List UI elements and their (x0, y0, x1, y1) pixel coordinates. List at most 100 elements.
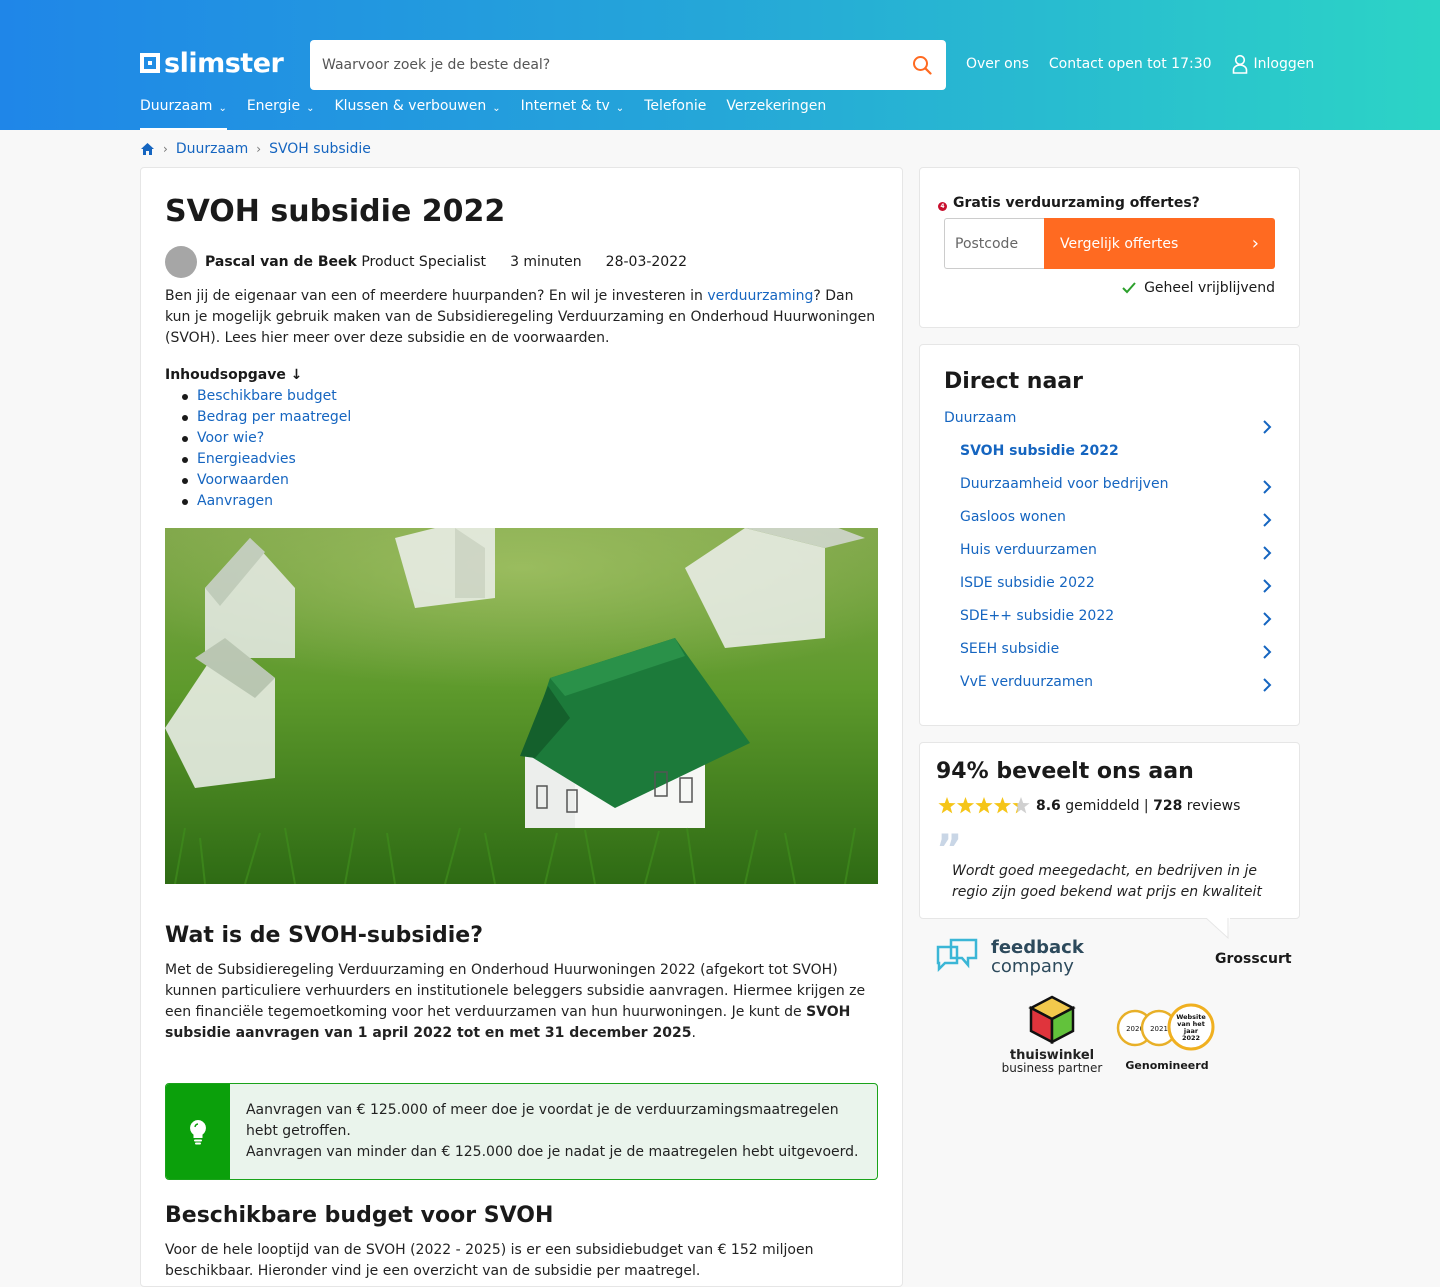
search-bar (310, 40, 946, 90)
direct-nav-link: Duurzaamheid voor bedrijven (960, 476, 1169, 492)
tip-text: Aanvragen van € 125.000 of meer doe je v… (230, 1084, 877, 1179)
nav-item-telefonie[interactable]: Telefonie (644, 98, 706, 130)
login-label: Inloggen (1253, 56, 1315, 72)
article-meta: Pascal van de Beek Product Specialist 3 … (165, 246, 687, 278)
direct-nav-item[interactable]: SEEH subsidie (944, 636, 1274, 669)
chevron-right-icon (1263, 513, 1272, 527)
direct-nav-link: ISDE subsidie 2022 (960, 575, 1095, 591)
nav-item-verzekeringen[interactable]: Verzekeringen (726, 98, 826, 130)
offer-form: Vergelijk offertes › (944, 218, 1275, 269)
read-time: 3 minuten (510, 254, 582, 270)
toc-link[interactable]: Voorwaarden (197, 472, 289, 488)
nav-item-label: Verzekeringen (726, 98, 827, 114)
tip-line-2: Aanvragen van minder dan € 125.000 doe j… (245, 1144, 859, 1160)
direct-nav-item[interactable]: VvE verduurzamen (944, 669, 1274, 702)
about-link[interactable]: Over ons (966, 56, 1029, 72)
award-label: Genomineerd (1125, 1059, 1209, 1072)
tip-line-1: Aanvragen van € 125.000 of meer doe je v… (245, 1102, 839, 1139)
chevron-right-icon (1263, 546, 1272, 560)
table-of-contents: Inhoudsopgave ↓ Beschikbare budget Bedrag… (165, 365, 351, 512)
star-icon (975, 797, 993, 814)
nav-item-duurzaam[interactable]: Duurzaam ⌄ (140, 98, 227, 130)
what-paragraph: Met de Subsidieregeling Verduurzaming en… (165, 960, 880, 1044)
breadcrumb-svoh[interactable]: SVOH subsidie (269, 141, 371, 157)
review-quote: Wordt goed meegedacht, en bedrijven in j… (952, 863, 1262, 900)
star-rating (938, 797, 1030, 814)
direct-nav-list: Duurzaam SVOH subsidie 2022 Duurzaamheid v… (944, 405, 1274, 702)
logo-mark-icon (140, 53, 160, 73)
rating-separator: | (1143, 798, 1149, 814)
home-icon[interactable] (140, 142, 155, 156)
direct-nav-title: Direct naar (944, 369, 1083, 394)
direct-nav-item[interactable]: SVOH subsidie 2022 (944, 438, 1274, 471)
compare-offers-button[interactable]: Vergelijk offertes › (1044, 218, 1275, 269)
direct-nav-link: VvE verduurzamen (960, 674, 1094, 690)
chevron-down-icon: ⌄ (492, 103, 501, 114)
section-heading-budget: Beschikbare budget voor SVOH (165, 1203, 554, 1228)
contact-link[interactable]: Contact open tot 17:30 (1049, 56, 1212, 72)
thuiswinkel-cube-icon (1028, 995, 1076, 1045)
direct-nav-item[interactable]: ISDE subsidie 2022 (944, 570, 1274, 603)
direct-nav-item[interactable]: SDE++ subsidie 2022 (944, 603, 1274, 636)
site-header: slimster Over ons Contact open tot 17:30… (0, 0, 1440, 130)
direct-nav-item[interactable]: Huis verduurzamen (944, 537, 1274, 570)
breadcrumb-duurzaam[interactable]: Duurzaam (176, 141, 248, 157)
reviews-title: 94% beveelt ons aan (936, 759, 1194, 784)
nav-item-label: Energie (246, 98, 301, 114)
author-block: Pascal van de Beek Product Specialist (165, 246, 486, 278)
star-icon (1012, 797, 1030, 814)
thuiswinkel-line-2: business partner (1001, 1061, 1103, 1075)
toc-link[interactable]: Beschikbare budget (197, 388, 337, 404)
toc-link[interactable]: Bedrag per maatregel (197, 409, 351, 425)
direct-nav-link: Huis verduurzamen (960, 542, 1097, 558)
nav-item-klussen-verbouwen[interactable]: Klussen & verbouwen ⌄ (334, 98, 500, 130)
chevron-right-icon: › (1251, 233, 1259, 254)
chevron-down-icon: ⌄ (615, 103, 625, 114)
feedback-company-icon (936, 938, 978, 973)
top-links: Over ons Contact open tot 17:30 Inloggen (966, 54, 1314, 74)
direct-nav-item[interactable]: Duurzaamheid voor bedrijven (944, 471, 1274, 504)
award-main-4: 2022 (1182, 1034, 1200, 1042)
thuiswinkel-badge[interactable]: thuiswinkel business partner (1000, 995, 1104, 1075)
nav-item-label: Internet & tv (520, 98, 610, 114)
section-heading-what: Wat is de SVOH-subsidie? (165, 923, 483, 948)
postcode-input[interactable] (944, 218, 1044, 269)
direct-nav-item[interactable]: Gasloos wonen (944, 504, 1274, 537)
nav-item-energie[interactable]: Energie ⌄ (247, 98, 315, 130)
notification-badge: 4 (938, 202, 947, 211)
intro-text: Ben jij de eigenaar van een of meerdere … (165, 288, 708, 304)
direct-nav-link: SVOH subsidie 2022 (960, 443, 1119, 459)
award-year-2: 2021 (1150, 1025, 1168, 1033)
offer-card: 4 Gratis verduurzaming offertes? Vergeli… (919, 167, 1300, 328)
offer-title: 4 Gratis verduurzaming offertes? (938, 194, 1200, 211)
houses-on-grass-image (165, 528, 878, 884)
review-count: 728 (1153, 798, 1183, 814)
search-input[interactable] (322, 57, 910, 73)
toc-title: Inhoudsopgave ↓ (165, 367, 303, 383)
offer-title-text: Gratis verduurzaming offertes? (953, 194, 1200, 211)
chevron-right-icon: › (163, 142, 168, 156)
nav-item-internet-tv[interactable]: Internet & tv ⌄ (521, 98, 625, 130)
nav-item-label: Klussen & verbouwen (334, 98, 487, 114)
website-awards-badge[interactable]: 2020 2021 Website van het jaar 2022 Geno… (1115, 1003, 1219, 1072)
award-medals-icon: 2020 2021 Website van het jaar 2022 (1116, 1003, 1215, 1051)
main-nav: Duurzaam ⌄ Energie ⌄ Klussen & verbouwen ⌄ Int… (140, 98, 826, 130)
search-icon[interactable] (910, 53, 934, 77)
toc-link[interactable]: Voor wie? (197, 430, 264, 446)
verduurzaming-link[interactable]: verduurzaming (707, 288, 813, 304)
direct-nav-item[interactable]: Duurzaam (944, 405, 1274, 438)
toc-item: Bedrag per maatregel (181, 407, 351, 428)
what-text: Met de Subsidieregeling Verduurzaming en… (165, 962, 866, 1020)
toc-item: Beschikbare budget (181, 386, 351, 407)
chevron-right-icon (1263, 612, 1272, 626)
login-link[interactable]: Inloggen (1232, 54, 1315, 74)
feedback-company-logo[interactable]: feedback company (935, 937, 1084, 977)
slimster-logo[interactable]: slimster (140, 46, 284, 80)
lightbulb-icon (166, 1084, 230, 1179)
toc-link[interactable]: Aanvragen (197, 493, 273, 509)
toc-link[interactable]: Energieadvies (197, 451, 296, 467)
compare-offers-label: Vergelijk offertes (1060, 235, 1179, 252)
toc-item: Energieadvies (181, 449, 351, 470)
tip-box: Aanvragen van € 125.000 of meer doe je v… (165, 1083, 878, 1180)
logo-text: slimster (164, 47, 284, 79)
